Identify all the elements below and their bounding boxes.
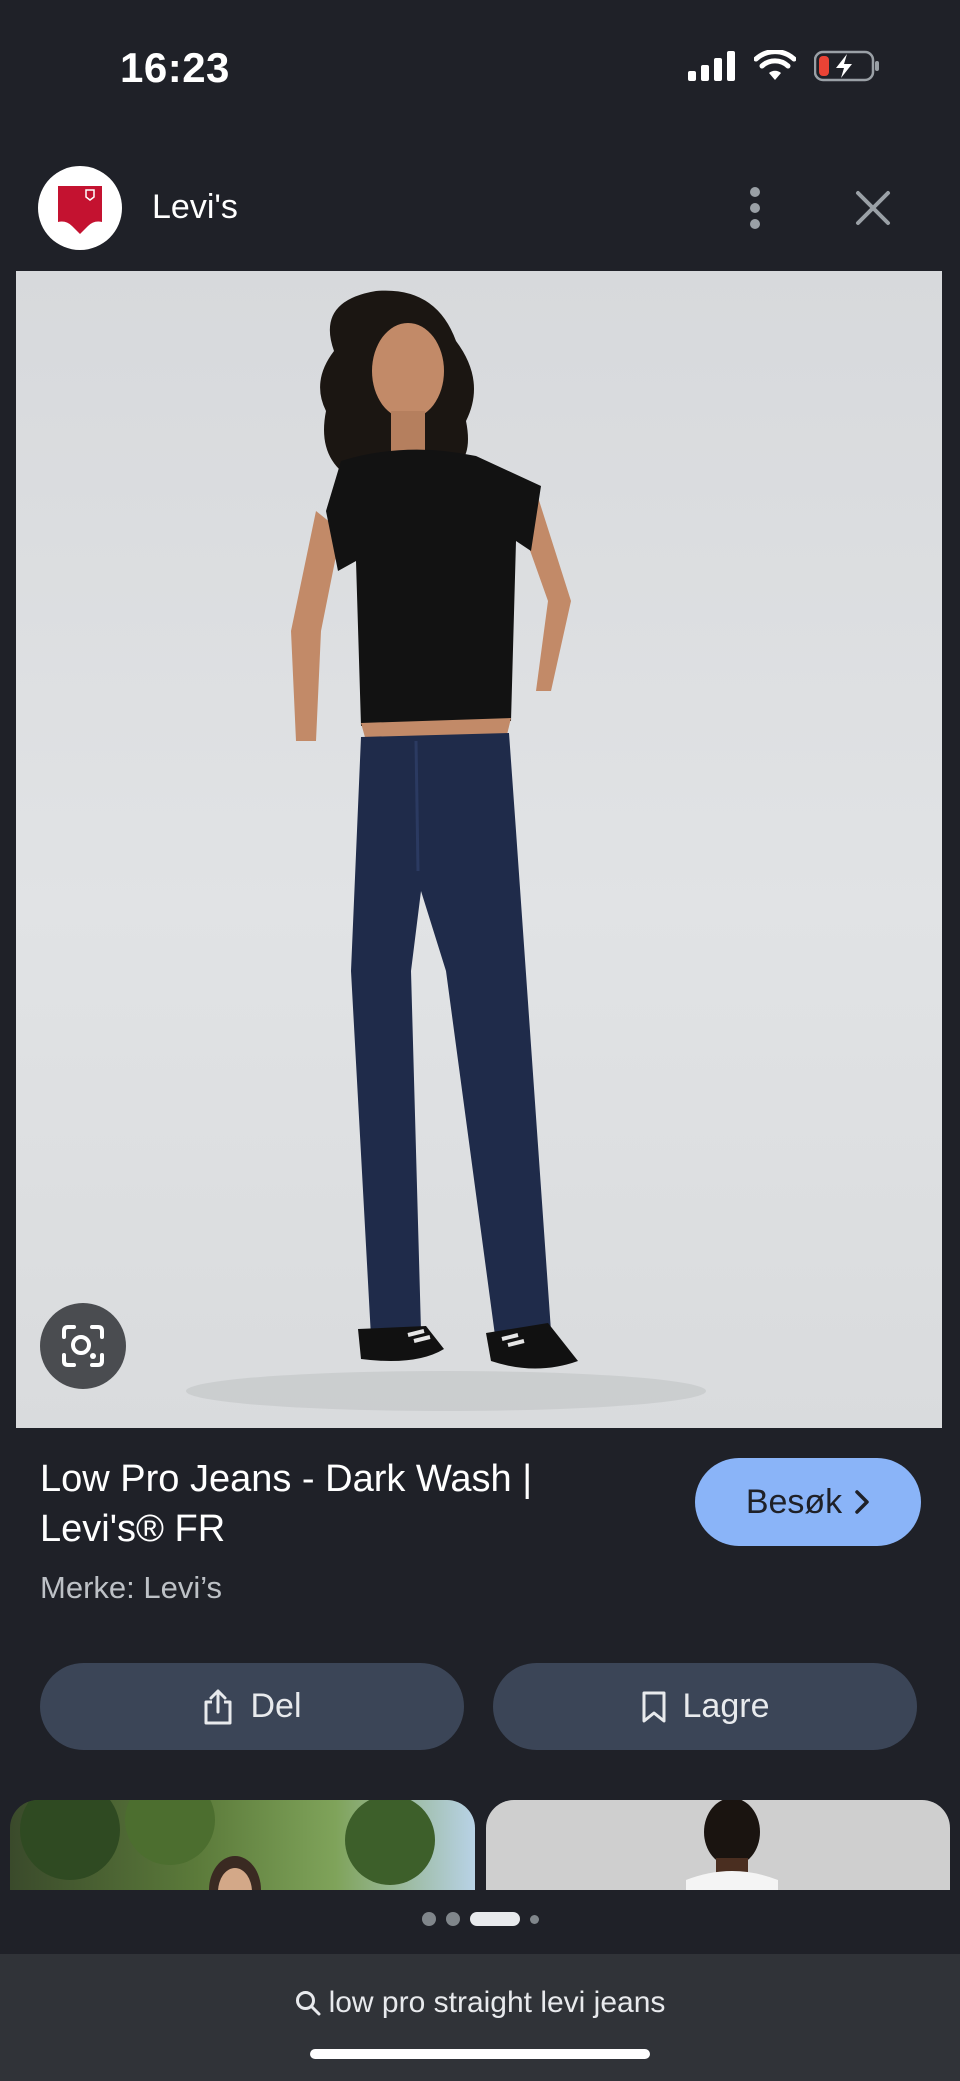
source-name[interactable]: Levi's bbox=[152, 188, 238, 227]
page-dot bbox=[421, 1912, 436, 1926]
lens-icon bbox=[62, 1325, 104, 1367]
source-header: Levi's bbox=[0, 160, 960, 270]
levis-batwing-icon bbox=[58, 186, 102, 234]
bookmark-icon bbox=[642, 1691, 666, 1722]
page-dot bbox=[529, 1914, 539, 1924]
google-lens-button[interactable] bbox=[40, 1303, 126, 1389]
save-button[interactable]: Lagre bbox=[493, 1663, 917, 1750]
chevron-right-icon bbox=[855, 1490, 869, 1514]
related-image-outdoor bbox=[20, 1800, 435, 1890]
close-icon bbox=[856, 191, 890, 225]
battery-charging-icon bbox=[814, 50, 879, 82]
share-button[interactable]: Del bbox=[40, 1663, 464, 1750]
search-query-row: low pro straight levi jeans bbox=[0, 1986, 960, 2020]
status-bar: 16:23 bbox=[0, 0, 960, 140]
search-bar[interactable]: low pro straight levi jeans bbox=[0, 1954, 960, 2081]
page-indicator bbox=[0, 1912, 960, 1926]
model-photo bbox=[186, 290, 706, 1411]
share-label: Del bbox=[250, 1687, 302, 1725]
search-query: low pro straight levi jeans bbox=[328, 1986, 666, 2019]
status-icons bbox=[688, 50, 880, 82]
visit-label: Besøk bbox=[745, 1482, 843, 1521]
save-label: Lagre bbox=[682, 1687, 770, 1725]
status-time: 16:23 bbox=[120, 44, 230, 91]
product-image[interactable] bbox=[16, 271, 942, 1428]
visit-button[interactable]: Besøk bbox=[695, 1458, 921, 1546]
page-dot bbox=[445, 1912, 460, 1926]
levis-logo[interactable] bbox=[38, 166, 122, 250]
more-vert-icon bbox=[750, 187, 760, 229]
page-dot-active bbox=[469, 1912, 520, 1926]
close-button[interactable] bbox=[845, 180, 901, 236]
more-options-button[interactable] bbox=[730, 180, 780, 236]
related-image-studio bbox=[686, 1800, 778, 1890]
product-title-line-2: Levi's® FR bbox=[40, 1508, 226, 1550]
related-result-card[interactable] bbox=[486, 1800, 950, 1890]
product-brand: Merke: Levi’s bbox=[40, 1570, 223, 1605]
cellular-signal-icon bbox=[688, 51, 735, 81]
product-title[interactable]: Low Pro Jeans - Dark Wash | Levi's® FR bbox=[40, 1454, 640, 1554]
related-result-card[interactable] bbox=[10, 1800, 475, 1890]
home-indicator bbox=[310, 2049, 650, 2059]
product-title-line-1: Low Pro Jeans - Dark Wash | bbox=[40, 1458, 533, 1500]
share-icon bbox=[204, 1689, 232, 1724]
search-icon bbox=[295, 1991, 321, 2016]
wifi-icon bbox=[754, 50, 796, 80]
